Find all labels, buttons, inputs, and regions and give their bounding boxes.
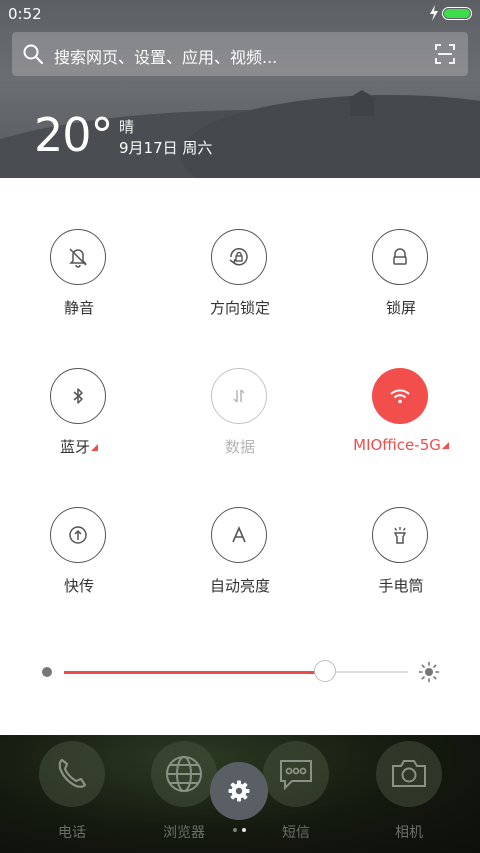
auto-brightness-icon <box>211 507 267 563</box>
mobile-data-icon <box>211 368 267 424</box>
lock-icon <box>372 229 428 285</box>
toggle-bluetooth[interactable]: 蓝牙 <box>9 368 149 478</box>
expand-indicator-icon <box>441 442 449 449</box>
page-dot <box>233 828 237 832</box>
search-placeholder: 搜索网页、设置、应用、视频... <box>54 48 278 67</box>
toggle-label: 快传 <box>63 577 94 595</box>
dock-app-label: 浏览器 <box>163 825 205 841</box>
search-icon <box>23 44 44 65</box>
toggle-label: 自动亮度 <box>209 577 270 595</box>
toggle-label: 锁屏 <box>385 299 416 317</box>
rotation-lock-icon <box>211 229 267 285</box>
notification-header: 0:52 搜索网页、设置、应用、视频... 20° 晴 9月17日 周六 <box>0 0 480 178</box>
camera-icon <box>376 741 442 807</box>
brightness-high-icon <box>418 661 440 683</box>
toggle-label: 蓝牙 <box>9 436 149 457</box>
page-dot-active <box>242 828 246 832</box>
wallpaper-hill <box>180 95 480 178</box>
mute-bell-icon <box>50 229 106 285</box>
brightness-thumb[interactable] <box>314 660 336 682</box>
brightness-track[interactable] <box>64 660 408 682</box>
quick-transfer-icon <box>50 507 106 563</box>
message-icon <box>263 741 329 807</box>
weather-condition: 晴 <box>119 118 135 136</box>
phone-icon <box>39 741 105 807</box>
toggle-quick-transfer[interactable]: 快传 <box>9 507 149 617</box>
dock-app-label: 相机 <box>395 825 423 841</box>
dock-app-label: 短信 <box>282 825 310 841</box>
search-bar[interactable]: 搜索网页、设置、应用、视频... <box>12 32 468 76</box>
toggle-flashlight[interactable]: 手电筒 <box>331 507 471 617</box>
toggle-label: 数据 <box>224 438 255 456</box>
toggle-label: 静音 <box>63 299 94 317</box>
quick-settings-panel: 静音 方向锁定 锁屏 蓝牙 数据 MIOffice-5G 快传 自动亮度 手电筒 <box>0 178 480 735</box>
wifi-icon <box>372 368 428 424</box>
globe-icon <box>151 741 217 807</box>
temperature: 20° <box>34 108 114 162</box>
scan-icon[interactable] <box>434 43 456 65</box>
date: 9月17日 周六 <box>119 139 213 157</box>
flashlight-icon <box>372 507 428 563</box>
toggle-auto-brightness[interactable]: 自动亮度 <box>170 507 310 617</box>
toggle-rotation-lock[interactable]: 方向锁定 <box>170 229 310 339</box>
brightness-low-icon <box>42 667 52 677</box>
toggle-label: MIOffice-5G <box>311 436 480 454</box>
wallpaper-house <box>346 90 378 116</box>
bluetooth-icon <box>50 368 106 424</box>
clock: 0:52 <box>8 5 42 23</box>
toggle-mute[interactable]: 静音 <box>9 229 149 339</box>
settings-button[interactable] <box>210 762 268 820</box>
page-indicator <box>231 828 251 834</box>
gear-icon <box>228 780 250 802</box>
toggle-label: 手电筒 <box>378 577 424 595</box>
toggle-mobile-data[interactable]: 数据 <box>170 368 310 478</box>
status-bar: 0:52 <box>0 0 480 28</box>
charging-icon <box>430 5 438 21</box>
brightness-fill <box>64 670 325 674</box>
toggle-wifi[interactable]: MIOffice-5G <box>331 368 471 478</box>
brightness-slider[interactable] <box>42 660 442 684</box>
toggle-lock-screen[interactable]: 锁屏 <box>331 229 471 339</box>
toggle-label: 方向锁定 <box>209 299 270 317</box>
expand-indicator-icon <box>91 444 98 451</box>
battery-icon <box>442 7 472 20</box>
dock-app-label: 电话 <box>58 825 86 841</box>
